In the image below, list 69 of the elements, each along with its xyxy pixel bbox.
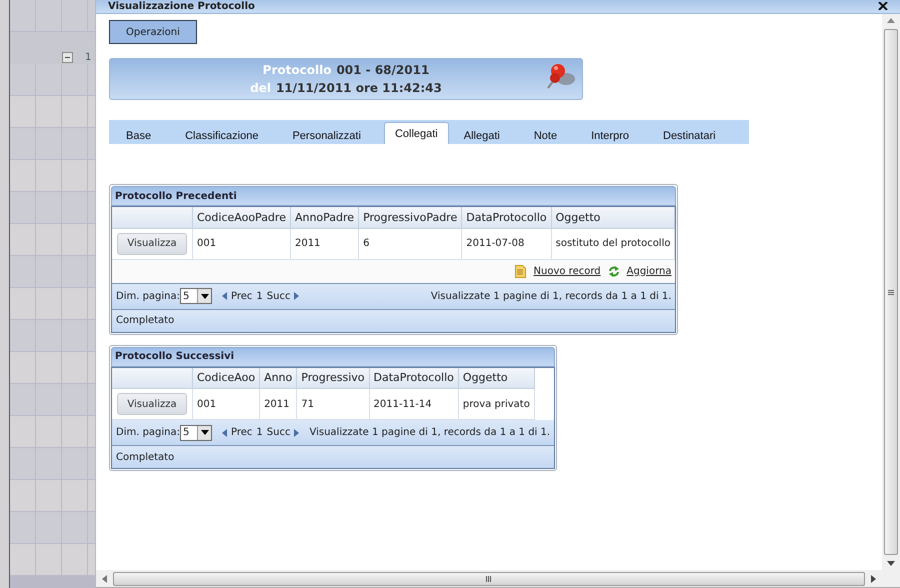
toolbar-link[interactable]: Nuovo record [534, 266, 601, 276]
next-link[interactable]: Succ [266, 427, 290, 438]
collapse-icon[interactable] [62, 52, 73, 63]
prev-link[interactable]: Prec [231, 427, 252, 438]
column-header[interactable]: Oggetto [458, 368, 534, 388]
status-bar: Completato [112, 446, 554, 468]
column-header[interactable]: Progressivo [296, 368, 370, 388]
page-number: 1 [256, 290, 263, 302]
prev-link[interactable]: Prec [231, 290, 252, 302]
left-arrow-icon[interactable] [222, 428, 228, 436]
down-arrow-icon[interactable] [887, 561, 895, 566]
tab[interactable]: Note [522, 126, 568, 144]
header-label: Protocollo [262, 62, 332, 79]
page-size-select[interactable]: 5 [180, 288, 212, 304]
table-cell: 6 [358, 228, 462, 259]
tab[interactable]: Interpro [580, 126, 640, 144]
operations-button[interactable]: Operazioni [109, 20, 197, 44]
next-link[interactable]: Succ [266, 290, 290, 302]
up-arrow-icon[interactable] [887, 18, 895, 23]
status-bar: Completato [112, 310, 676, 332]
tab[interactable]: Allegati [452, 126, 511, 144]
column-header[interactable]: ProgressivoPadre [358, 207, 462, 228]
view-button[interactable]: Visualizza [117, 232, 187, 254]
view-button[interactable]: Visualizza [117, 393, 187, 415]
header-label: del [250, 80, 271, 97]
vertical-scrollbar[interactable] [882, 14, 900, 570]
tab[interactable]: Destinatari [652, 126, 727, 144]
refresh-icon [608, 266, 619, 276]
table-cell: 2011-07-08 [462, 228, 552, 259]
pager-summary: Visualizzate 1 pagine di 1, records da 1 a 1 di 1. [430, 290, 672, 302]
page-number: 1 [256, 427, 263, 438]
right-arrow-icon[interactable] [294, 292, 300, 300]
left-arrow-icon[interactable] [222, 292, 228, 300]
tab[interactable]: Base [115, 126, 162, 144]
grip-icon [486, 576, 492, 582]
column-header[interactable]: DataProtocollo [369, 368, 458, 388]
row-label: 1 [85, 52, 92, 63]
grip-icon [888, 290, 894, 294]
column-header[interactable]: DataProtocollo [462, 207, 552, 228]
table-cell: 2011 [290, 228, 359, 259]
tab[interactable]: Personalizzati [281, 126, 372, 144]
down-arrow-icon[interactable] [200, 430, 209, 435]
header-value: 001 - 68/2011 [336, 62, 430, 79]
panel-title: Protocollo Precedenti [111, 186, 676, 206]
document-icon [514, 264, 526, 278]
column-header[interactable]: AnnoPadre [290, 207, 359, 228]
window-title: Visualizzazione Protocollo [108, 1, 255, 12]
horizontal-scrollbar[interactable] [96, 570, 900, 588]
column-header[interactable]: Anno [260, 368, 297, 388]
table-cell: 001 [192, 228, 290, 259]
scroll-thumb[interactable] [884, 29, 898, 555]
pager-summary: Visualizzate 1 pagine di 1, records da 1 a 1 di 1. [309, 427, 550, 438]
toolbar-link[interactable]: Aggiorna [626, 266, 672, 276]
scroll-thumb[interactable] [113, 572, 865, 586]
header-value: 11/11/2011 ore 11:42:43 [276, 80, 442, 97]
page-size-label: Dim. pagina: [116, 427, 180, 438]
column-header[interactable]: CodiceAooPadre [192, 207, 290, 228]
left-arrow-icon[interactable] [102, 574, 107, 582]
page-size-select[interactable]: 5 [180, 424, 212, 440]
column-header[interactable]: Oggetto [551, 207, 675, 228]
tab[interactable]: Collegati [384, 122, 449, 144]
down-arrow-icon[interactable] [200, 294, 209, 298]
right-arrow-icon[interactable] [294, 428, 300, 436]
page-size-label: Dim. pagina: [116, 290, 180, 302]
panel-title: Protocollo Successivi [111, 346, 556, 366]
column-header[interactable]: CodiceAoo [192, 368, 260, 388]
table-cell: sostituto del protocollo [551, 228, 675, 259]
right-arrow-icon[interactable] [871, 574, 876, 582]
tab[interactable]: Classificazione [174, 126, 270, 144]
